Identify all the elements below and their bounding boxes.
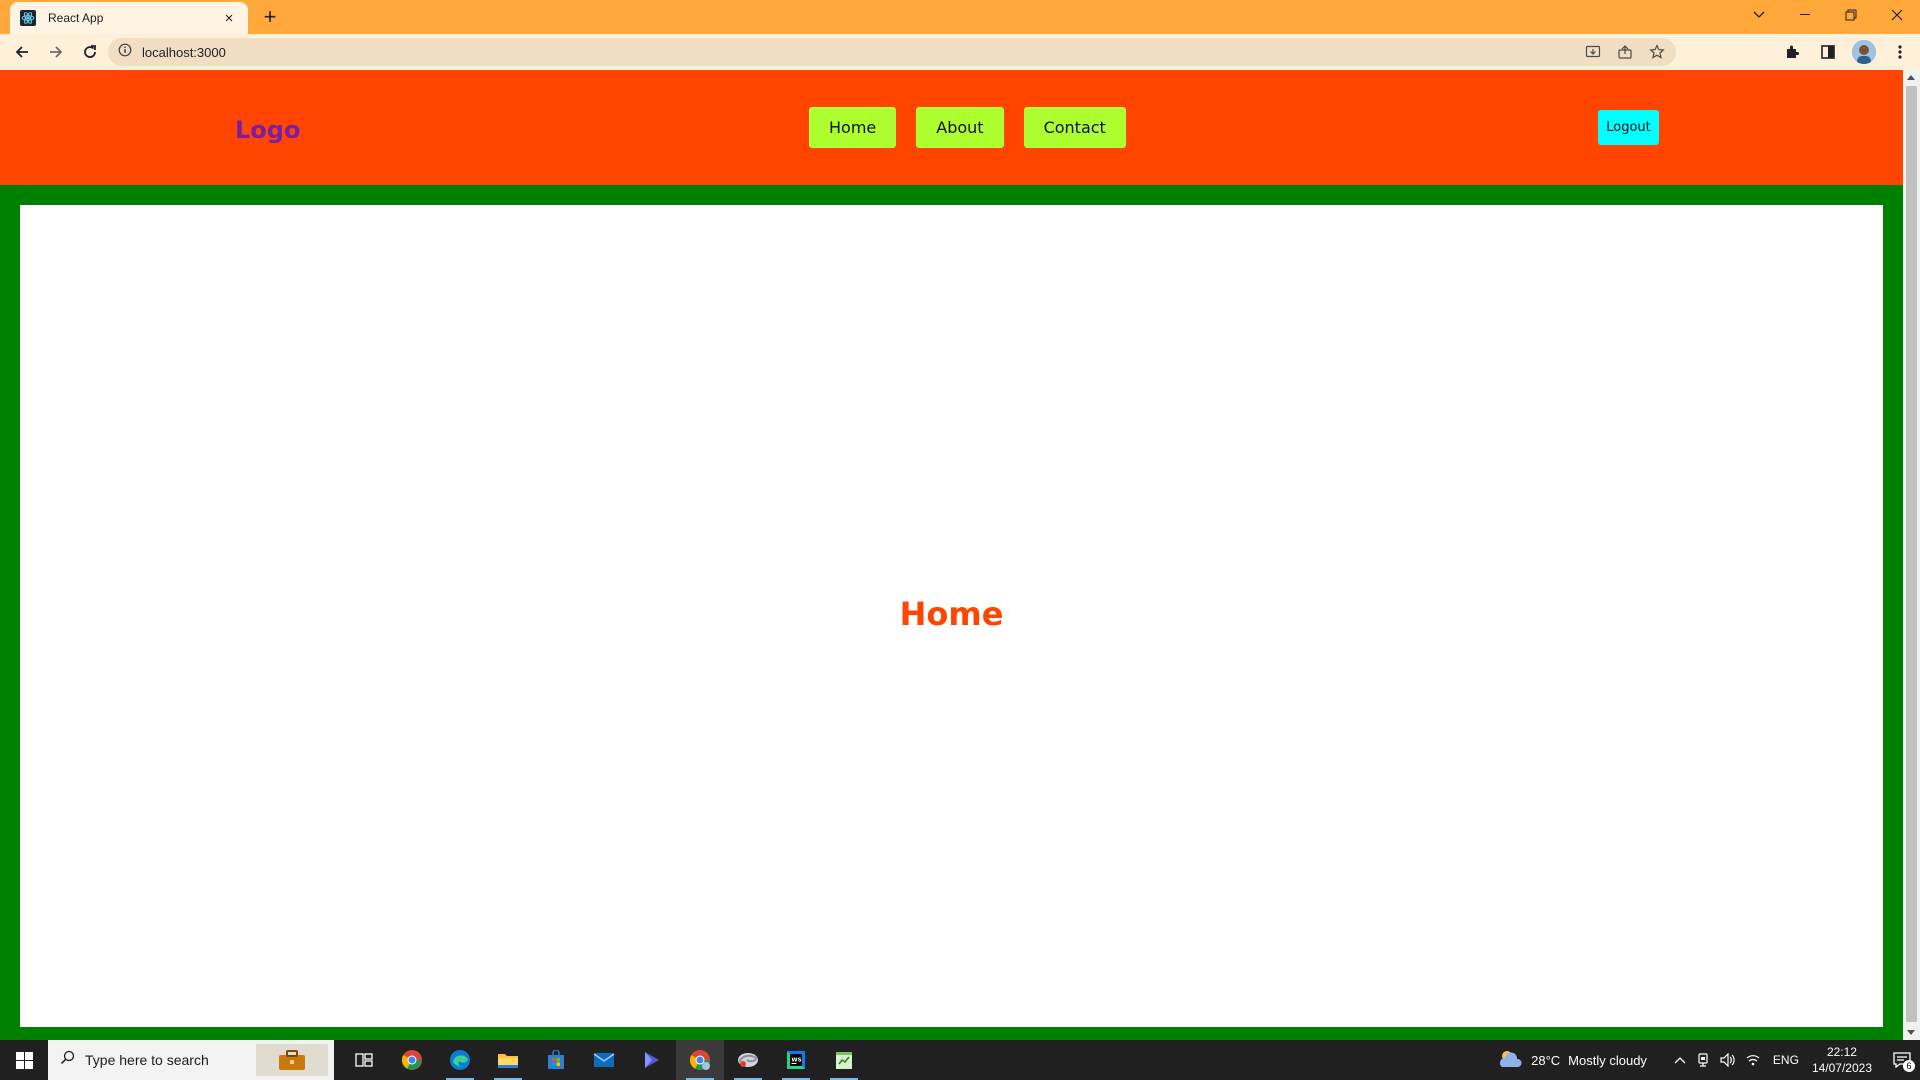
task-view-icon[interactable] bbox=[340, 1040, 388, 1080]
browser-toolbar: localhost:3000 bbox=[0, 34, 1920, 70]
cloudy-weather-icon bbox=[1497, 1049, 1523, 1072]
clock-date: 14/07/2023 bbox=[1811, 1061, 1872, 1075]
nav-about-button[interactable]: About bbox=[916, 107, 1004, 148]
page-heading: Home bbox=[899, 595, 1004, 633]
reload-icon[interactable] bbox=[74, 36, 106, 68]
clock[interactable]: 22:12 14/07/2023 bbox=[1812, 1044, 1872, 1076]
file-explorer-icon[interactable] bbox=[484, 1040, 532, 1080]
site-navbar: Logo Home About Contact Logout bbox=[0, 70, 1903, 185]
address-bar[interactable]: localhost:3000 bbox=[108, 38, 1676, 66]
notification-badge: 6 bbox=[1903, 1060, 1915, 1072]
side-panel-icon[interactable] bbox=[1814, 36, 1842, 68]
windows-start-icon[interactable] bbox=[0, 1040, 48, 1080]
window-controls bbox=[1736, 0, 1920, 30]
profile-avatar[interactable] bbox=[1850, 36, 1878, 68]
nav-links: Home About Contact bbox=[809, 107, 1126, 148]
store-icon[interactable] bbox=[532, 1040, 580, 1080]
notepad-icon[interactable] bbox=[820, 1040, 868, 1080]
weather-temp: 28°C bbox=[1531, 1052, 1561, 1068]
share-icon[interactable] bbox=[1614, 41, 1636, 63]
new-tab-button[interactable]: + bbox=[258, 4, 282, 29]
clock-time: 22:12 bbox=[1826, 1045, 1857, 1059]
weather-desc: Mostly cloudy bbox=[1568, 1052, 1647, 1068]
logout-button[interactable]: Logout bbox=[1598, 110, 1659, 145]
chrome-icon[interactable] bbox=[388, 1040, 436, 1080]
back-icon[interactable] bbox=[6, 36, 38, 68]
close-icon[interactable] bbox=[1874, 0, 1920, 30]
forward-icon[interactable] bbox=[40, 36, 72, 68]
briefcase-icon[interactable] bbox=[256, 1044, 328, 1076]
react-icon bbox=[20, 10, 36, 26]
edge-dev-icon[interactable] bbox=[724, 1040, 772, 1080]
extensions-icon[interactable] bbox=[1778, 36, 1806, 68]
nav-contact-button[interactable]: Contact bbox=[1023, 107, 1126, 148]
mail-icon[interactable] bbox=[580, 1040, 628, 1080]
main-content: Home bbox=[20, 205, 1883, 1027]
menu-icon[interactable] bbox=[1886, 36, 1914, 68]
install-icon[interactable] bbox=[1582, 41, 1604, 63]
tab-search-icon[interactable] bbox=[1736, 0, 1782, 30]
minimize-icon[interactable] bbox=[1782, 0, 1828, 30]
bookmark-star-icon[interactable] bbox=[1646, 41, 1668, 63]
chrome-profile-icon[interactable] bbox=[676, 1040, 724, 1080]
power-automate-icon[interactable] bbox=[628, 1040, 676, 1080]
tab-close-icon[interactable]: × bbox=[220, 9, 238, 27]
weather-widget[interactable]: 28°C Mostly cloudy bbox=[1497, 1049, 1647, 1072]
page-scrollbar[interactable] bbox=[1903, 70, 1920, 1040]
svg-text:WS: WS bbox=[792, 1058, 802, 1064]
restore-icon[interactable] bbox=[1828, 0, 1874, 30]
taskbar-search-input[interactable]: Type here to search bbox=[48, 1040, 334, 1080]
system-tray: 28°C Mostly cloudy ENG 22:12 14/07/2023 … bbox=[1492, 1040, 1920, 1080]
tab-title: React App bbox=[48, 11, 104, 25]
scrollbar-thumb[interactable] bbox=[1906, 86, 1917, 1022]
search-placeholder: Type here to search bbox=[85, 1052, 209, 1068]
scroll-up-icon[interactable] bbox=[1907, 75, 1915, 80]
webstorm-icon[interactable]: WS bbox=[772, 1040, 820, 1080]
scroll-down-icon[interactable] bbox=[1907, 1030, 1915, 1035]
url-text[interactable]: localhost:3000 bbox=[142, 45, 226, 60]
taskbar: Type here to search WS 28°C Mostly cloud… bbox=[0, 1040, 1920, 1080]
browser-tab[interactable]: React App × bbox=[10, 2, 248, 34]
meet-now-icon[interactable] bbox=[1696, 1053, 1710, 1067]
info-icon[interactable] bbox=[118, 43, 132, 62]
tab-strip: React App × + bbox=[0, 0, 1920, 34]
page-viewport: Logo Home About Contact Logout Home bbox=[0, 70, 1920, 1040]
taskbar-apps: WS bbox=[340, 1040, 868, 1080]
notification-center-icon[interactable]: 6 bbox=[1884, 1040, 1920, 1080]
language-indicator[interactable]: ENG bbox=[1773, 1053, 1799, 1067]
nav-home-button[interactable]: Home bbox=[809, 107, 897, 148]
site-logo[interactable]: Logo bbox=[235, 116, 300, 144]
edge-icon[interactable] bbox=[436, 1040, 484, 1080]
volume-icon[interactable] bbox=[1720, 1053, 1736, 1067]
show-hidden-icons-icon[interactable] bbox=[1674, 1056, 1686, 1064]
wifi-icon[interactable] bbox=[1746, 1054, 1760, 1066]
search-icon bbox=[60, 1050, 75, 1070]
